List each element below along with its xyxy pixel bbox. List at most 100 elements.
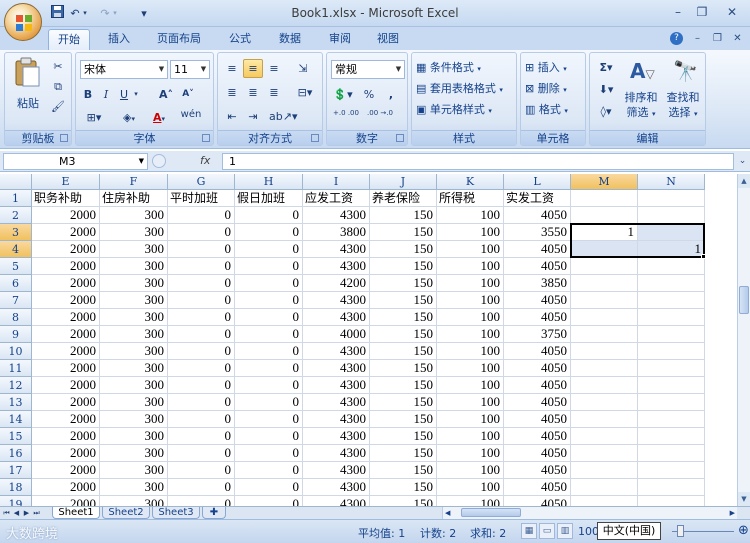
decrease-decimal-button[interactable]: .00 →.0: [365, 108, 395, 127]
align-bottom-icon[interactable]: ≡: [264, 59, 284, 78]
percent-style-button[interactable]: %: [359, 85, 379, 104]
cell-j19[interactable]: 150: [370, 496, 437, 506]
office-button[interactable]: [4, 3, 42, 41]
name-box-resize-handle[interactable]: [152, 154, 166, 168]
cell-g18[interactable]: 0: [168, 479, 235, 496]
cell-i9[interactable]: 4000: [303, 326, 370, 343]
column-header-n[interactable]: N: [638, 174, 705, 190]
number-format-combo[interactable]: 常规 ▼: [331, 60, 405, 79]
cell-e4[interactable]: 2000: [32, 241, 100, 258]
cell-m3[interactable]: 1: [571, 224, 638, 241]
delete-cells-button[interactable]: ⊠ 删除 ▾: [525, 80, 567, 96]
row-header-11[interactable]: 11: [0, 360, 32, 377]
merge-center-icon[interactable]: ⊟▾: [290, 83, 320, 102]
cell-n4[interactable]: 1: [638, 241, 705, 258]
cell-e14[interactable]: 2000: [32, 411, 100, 428]
cell-j11[interactable]: 150: [370, 360, 437, 377]
scroll-left-icon[interactable]: ◀: [445, 507, 450, 519]
cell-n8[interactable]: [638, 309, 705, 326]
cell-i4[interactable]: 4300: [303, 241, 370, 258]
cell-l9[interactable]: 3750: [504, 326, 571, 343]
cell-l14[interactable]: 4050: [504, 411, 571, 428]
zoom-in-icon[interactable]: ⊕: [738, 523, 749, 538]
cell-j16[interactable]: 150: [370, 445, 437, 462]
horizontal-scroll-thumb[interactable]: [461, 508, 521, 517]
tab-view[interactable]: 视图: [366, 29, 410, 50]
cell-f9[interactable]: 300: [100, 326, 168, 343]
cell-l4[interactable]: 4050: [504, 241, 571, 258]
cell-h5[interactable]: 0: [235, 258, 303, 275]
cell-k7[interactable]: 100: [437, 292, 504, 309]
cell-h2[interactable]: 0: [235, 207, 303, 224]
cell-n16[interactable]: [638, 445, 705, 462]
cell-e3[interactable]: 2000: [32, 224, 100, 241]
cell-l6[interactable]: 3850: [504, 275, 571, 292]
tab-page-layout[interactable]: 页面布局: [150, 29, 208, 50]
number-launcher-icon[interactable]: [396, 134, 404, 142]
cell-f19[interactable]: 300: [100, 496, 168, 506]
horizontal-scrollbar[interactable]: ◀ ▶: [442, 507, 737, 519]
cell-m14[interactable]: [571, 411, 638, 428]
row-header-15[interactable]: 15: [0, 428, 32, 445]
cell-i1[interactable]: 应发工资: [303, 190, 370, 207]
align-center-icon[interactable]: ≣: [243, 83, 263, 102]
find-select-button[interactable]: 🔭 查找和 选择 ▾: [664, 57, 702, 119]
cell-m19[interactable]: [571, 496, 638, 506]
cell-i19[interactable]: 4300: [303, 496, 370, 506]
vertical-scroll-thumb[interactable]: [739, 286, 749, 314]
cell-m6[interactable]: [571, 275, 638, 292]
cell-k16[interactable]: 100: [437, 445, 504, 462]
cell-g8[interactable]: 0: [168, 309, 235, 326]
cell-f1[interactable]: 住房补助: [100, 190, 168, 207]
format-cells-button[interactable]: ▥ 格式 ▾: [525, 101, 568, 117]
cell-h17[interactable]: 0: [235, 462, 303, 479]
cell-h11[interactable]: 0: [235, 360, 303, 377]
restore-button[interactable]: ❐: [692, 3, 712, 21]
increase-indent-icon[interactable]: ⇥: [243, 107, 263, 126]
cell-l11[interactable]: 4050: [504, 360, 571, 377]
normal-view-icon[interactable]: ▦: [521, 523, 537, 539]
close-button[interactable]: ✕: [722, 3, 742, 21]
cell-m13[interactable]: [571, 394, 638, 411]
select-all-corner[interactable]: [0, 174, 32, 190]
ribbon-close-icon[interactable]: ✕: [730, 32, 745, 46]
bold-button[interactable]: B: [80, 85, 96, 104]
tab-review[interactable]: 审阅: [318, 29, 362, 50]
insert-function-button[interactable]: fx: [200, 154, 210, 167]
cell-f10[interactable]: 300: [100, 343, 168, 360]
cell-n9[interactable]: [638, 326, 705, 343]
row-header-17[interactable]: 17: [0, 462, 32, 479]
cell-n14[interactable]: [638, 411, 705, 428]
cell-i6[interactable]: 4200: [303, 275, 370, 292]
prev-sheet-icon[interactable]: ◀: [12, 507, 21, 519]
orientation-icon[interactable]: ab↗▾: [268, 107, 297, 126]
cell-i7[interactable]: 4300: [303, 292, 370, 309]
cell-j13[interactable]: 150: [370, 394, 437, 411]
cell-k17[interactable]: 100: [437, 462, 504, 479]
cell-f8[interactable]: 300: [100, 309, 168, 326]
fill-icon[interactable]: ⬇▾: [594, 80, 618, 99]
cell-l13[interactable]: 4050: [504, 394, 571, 411]
column-header-j[interactable]: J: [370, 174, 437, 190]
cell-e15[interactable]: 2000: [32, 428, 100, 445]
cell-g6[interactable]: 0: [168, 275, 235, 292]
cell-i16[interactable]: 4300: [303, 445, 370, 462]
cell-n11[interactable]: [638, 360, 705, 377]
cell-l10[interactable]: 4050: [504, 343, 571, 360]
cell-h10[interactable]: 0: [235, 343, 303, 360]
cell-k11[interactable]: 100: [437, 360, 504, 377]
cell-f12[interactable]: 300: [100, 377, 168, 394]
increase-decimal-button[interactable]: +.0 .00: [331, 108, 361, 127]
cell-n19[interactable]: [638, 496, 705, 506]
worksheet-grid[interactable]: E F G H I J K L M N 1 职务补助 住房补助 平时加班 假日加班 应发工资 养老保险 所得税 实发…: [0, 174, 737, 506]
cell-h12[interactable]: 0: [235, 377, 303, 394]
cell-m9[interactable]: [571, 326, 638, 343]
border-button[interactable]: ⊞▾: [80, 108, 108, 127]
cell-g16[interactable]: 0: [168, 445, 235, 462]
cell-j18[interactable]: 150: [370, 479, 437, 496]
cell-f17[interactable]: 300: [100, 462, 168, 479]
font-launcher-icon[interactable]: [202, 134, 210, 142]
cell-e12[interactable]: 2000: [32, 377, 100, 394]
underline-dropdown-icon[interactable]: ▾: [132, 85, 140, 104]
cell-h6[interactable]: 0: [235, 275, 303, 292]
